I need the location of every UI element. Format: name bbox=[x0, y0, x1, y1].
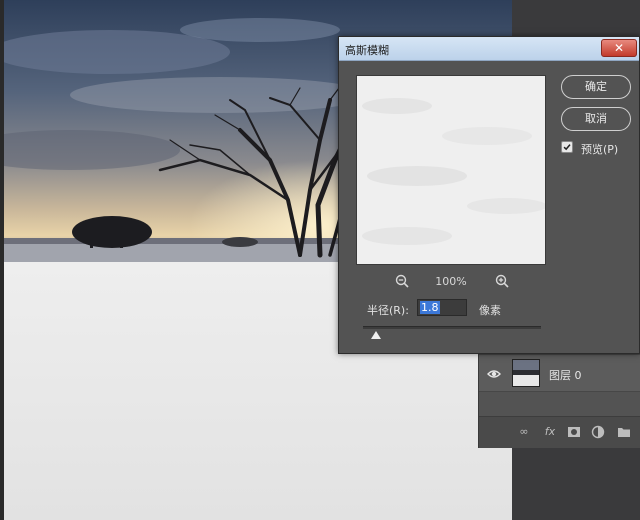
radius-slider-track[interactable] bbox=[363, 326, 541, 329]
dialog-title: 高斯模糊 bbox=[345, 44, 389, 57]
preview-texture bbox=[357, 76, 545, 264]
photoshop-workspace: 图层 0 ∞ fx 高斯模糊 ✕ 100% 半径(R): 1.8 像素 确定 取… bbox=[0, 0, 640, 520]
preview-checkbox[interactable] bbox=[561, 141, 573, 153]
preview-checkbox-label: 预览(P) bbox=[581, 143, 619, 156]
layer-thumbnail bbox=[512, 359, 540, 387]
gaussian-blur-dialog: 高斯模糊 ✕ 100% 半径(R): 1.8 像素 确定 取消 预览(P) bbox=[338, 36, 640, 354]
zoom-in-icon[interactable] bbox=[494, 273, 510, 289]
blur-preview[interactable] bbox=[356, 75, 546, 265]
close-icon: ✕ bbox=[613, 41, 625, 55]
radius-slider-thumb[interactable] bbox=[371, 331, 381, 339]
fx-icon[interactable]: fx bbox=[543, 425, 557, 439]
layers-panel-footer: ∞ fx bbox=[479, 416, 640, 448]
radius-value: 1.8 bbox=[420, 301, 440, 314]
radius-input[interactable]: 1.8 bbox=[417, 299, 467, 316]
radius-unit: 像素 bbox=[479, 304, 501, 317]
dialog-titlebar[interactable]: 高斯模糊 ✕ bbox=[339, 37, 639, 61]
zoom-controls: 100% bbox=[356, 273, 546, 291]
layer-row[interactable]: 图层 0 bbox=[479, 354, 640, 392]
layer-name: 图层 0 bbox=[549, 369, 582, 382]
layers-panel: 图层 0 ∞ fx bbox=[478, 350, 640, 448]
zoom-level: 100% bbox=[435, 275, 467, 288]
folder-icon[interactable] bbox=[617, 425, 631, 439]
cancel-button[interactable]: 取消 bbox=[561, 107, 631, 131]
mask-icon[interactable] bbox=[567, 425, 581, 439]
link-icon[interactable]: ∞ bbox=[517, 425, 531, 439]
adjustment-icon[interactable] bbox=[591, 425, 605, 439]
canvas-left-edge bbox=[0, 0, 4, 520]
radius-label: 半径(R): bbox=[367, 304, 409, 317]
ok-button[interactable]: 确定 bbox=[561, 75, 631, 99]
close-button[interactable]: ✕ bbox=[601, 39, 637, 57]
eye-icon[interactable] bbox=[487, 367, 501, 381]
